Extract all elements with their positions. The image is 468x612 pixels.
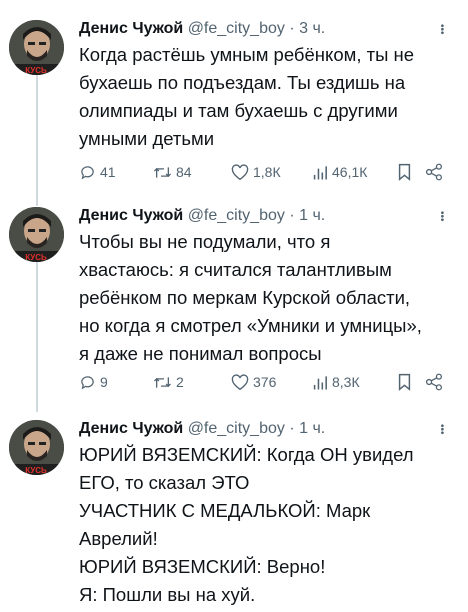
tweet-text: ЮРИЙ ВЯЗЕМСКИЙ: Когда ОН увидел ЕГО, то …: [79, 444, 414, 605]
tweet-text: Когда растёшь умным ребёнком, ты не буха…: [79, 44, 415, 149]
avatar-image: КУСЬ: [9, 207, 64, 262]
reply-button[interactable]: 41: [79, 161, 116, 183]
avatar-image: КУСЬ: [9, 420, 64, 475]
reply-icon: [81, 165, 94, 180]
action-bar: 9 2 376 8,3К: [79, 371, 451, 393]
avatar[interactable]: КУСЬ: [9, 207, 64, 262]
tweet-header: Денис Чужой @fe_city_boy · 1 ч.: [79, 205, 325, 227]
bookmark-button[interactable]: [397, 371, 416, 393]
tweet[interactable]: КУСЬ Денис Чужой @fe_city_boy · 1 ч. •••…: [0, 418, 468, 608]
retweet-icon: [153, 376, 172, 388]
more-icon[interactable]: •••: [436, 424, 447, 435]
heart-icon: [231, 373, 249, 390]
tweet[interactable]: КУСЬ Денис Чужой @fe_city_boy · 1 ч. •••…: [0, 205, 468, 395]
like-button[interactable]: 376: [231, 371, 276, 393]
retweet-count: 84: [176, 164, 192, 180]
retweet-count: 2: [176, 374, 184, 390]
timestamp[interactable]: 3 ч.: [299, 20, 325, 37]
retweet-icon: [153, 166, 172, 178]
like-count: 376: [253, 374, 277, 390]
timestamp[interactable]: 1 ч.: [299, 420, 325, 437]
tweet[interactable]: КУСЬ Денис Чужой @fe_city_boy · 3 ч. •••…: [0, 18, 468, 198]
views-count: 46,1К: [332, 164, 368, 180]
retweet-button[interactable]: 84: [153, 161, 192, 183]
avatar-caption: КУСЬ: [25, 66, 47, 75]
bookmark-icon: [398, 373, 411, 391]
tweet-text: Чтобы вы не подумали, что я хвастаюсь: я…: [79, 231, 422, 364]
more-icon[interactable]: •••: [436, 24, 447, 35]
avatar-image: КУСЬ: [9, 20, 64, 75]
like-count: 1,8К: [253, 164, 281, 180]
author-name[interactable]: Денис Чужой: [79, 207, 183, 224]
share-icon: [425, 163, 443, 181]
reply-count: 41: [100, 164, 116, 180]
separator: ·: [289, 420, 295, 437]
reply-count: 9: [100, 374, 108, 390]
share-button[interactable]: [425, 161, 447, 183]
author-handle[interactable]: @fe_city_boy: [188, 420, 285, 437]
tweet-header: Денис Чужой @fe_city_boy · 1 ч.: [79, 418, 325, 440]
author-handle[interactable]: @fe_city_boy: [188, 20, 285, 37]
separator: ·: [289, 20, 295, 37]
avatar[interactable]: КУСЬ: [9, 20, 64, 75]
share-icon: [425, 373, 443, 391]
reply-button[interactable]: 9: [79, 371, 108, 393]
timestamp[interactable]: 1 ч.: [299, 207, 325, 224]
like-button[interactable]: 1,8К: [231, 161, 281, 183]
retweet-button[interactable]: 2: [153, 371, 184, 393]
share-button[interactable]: [425, 371, 447, 393]
views-icon: [313, 165, 327, 179]
reply-icon: [81, 375, 94, 390]
bookmark-button[interactable]: [397, 161, 416, 183]
views-count: 8,3К: [332, 374, 360, 390]
tweet-header: Денис Чужой @fe_city_boy · 3 ч.: [79, 18, 325, 40]
more-icon[interactable]: •••: [436, 211, 447, 222]
heart-icon: [231, 163, 249, 180]
avatar-caption: КУСЬ: [25, 253, 47, 262]
separator: ·: [289, 207, 295, 224]
avatar-caption: КУСЬ: [25, 466, 47, 475]
author-handle[interactable]: @fe_city_boy: [188, 207, 285, 224]
views-icon: [313, 375, 327, 389]
action-bar: 41 84 1,8К 46,1К: [79, 161, 451, 183]
views-button[interactable]: 46,1К: [312, 161, 367, 183]
bookmark-icon: [398, 163, 411, 181]
avatar[interactable]: КУСЬ: [9, 420, 64, 475]
views-button[interactable]: 8,3К: [312, 371, 360, 393]
author-name[interactable]: Денис Чужой: [79, 20, 183, 37]
author-name[interactable]: Денис Чужой: [79, 420, 183, 437]
